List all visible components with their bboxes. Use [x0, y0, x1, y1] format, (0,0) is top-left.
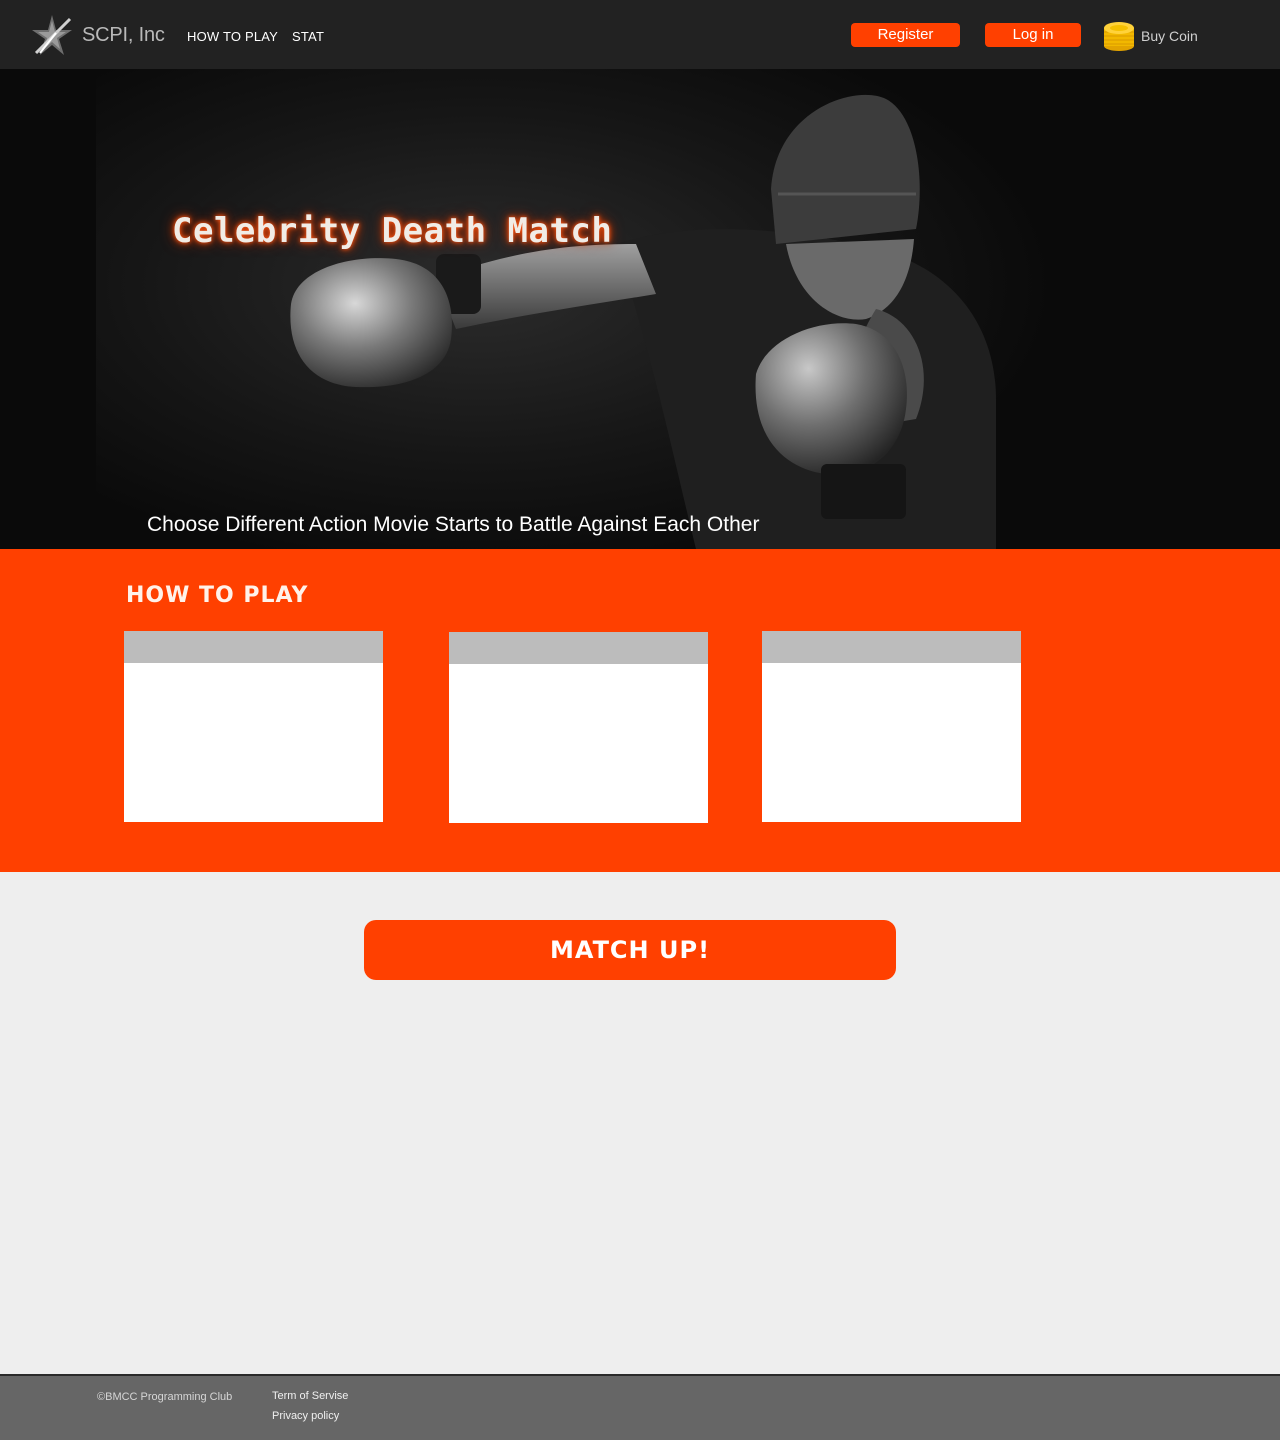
star-logo-icon[interactable] — [30, 13, 74, 57]
how-to-play-card — [124, 631, 383, 822]
hero-subtitle: Choose Different Action Movie Starts to … — [147, 513, 760, 536]
nav-stat-link[interactable]: STAT — [292, 29, 324, 44]
privacy-policy-link[interactable]: Privacy policy — [272, 1410, 339, 1422]
how-to-play-card — [449, 632, 708, 823]
how-to-play-heading: HOW TO PLAY — [126, 583, 309, 608]
card-header — [124, 631, 383, 663]
copyright-text: ©BMCC Programming Club — [97, 1391, 233, 1403]
hero-banner: Celebrity Death Match Choose Different A… — [0, 69, 1280, 549]
page-footer: ©BMCC Programming Club Term of Servise P… — [0, 1374, 1280, 1440]
how-to-play-card — [762, 631, 1021, 822]
top-navbar: SCPI, Inc HOW TO PLAY STAT Register Log … — [0, 0, 1280, 69]
card-header — [762, 631, 1021, 663]
terms-of-service-link[interactable]: Term of Servise — [272, 1390, 348, 1402]
hero-title: Celebrity Death Match — [172, 211, 613, 251]
match-up-button[interactable]: MATCH UP! — [364, 920, 896, 980]
how-to-play-section: HOW TO PLAY — [0, 549, 1280, 872]
brand-name[interactable]: SCPI, Inc — [82, 24, 165, 47]
buy-coin-link[interactable]: Buy Coin — [1141, 28, 1198, 44]
login-button[interactable]: Log in — [985, 23, 1081, 47]
card-header — [449, 632, 708, 664]
register-button[interactable]: Register — [851, 23, 960, 47]
nav-how-to-play-link[interactable]: HOW TO PLAY — [187, 29, 278, 44]
boxer-hero-image — [96, 69, 1056, 549]
coin-stack-icon[interactable] — [1103, 18, 1135, 52]
